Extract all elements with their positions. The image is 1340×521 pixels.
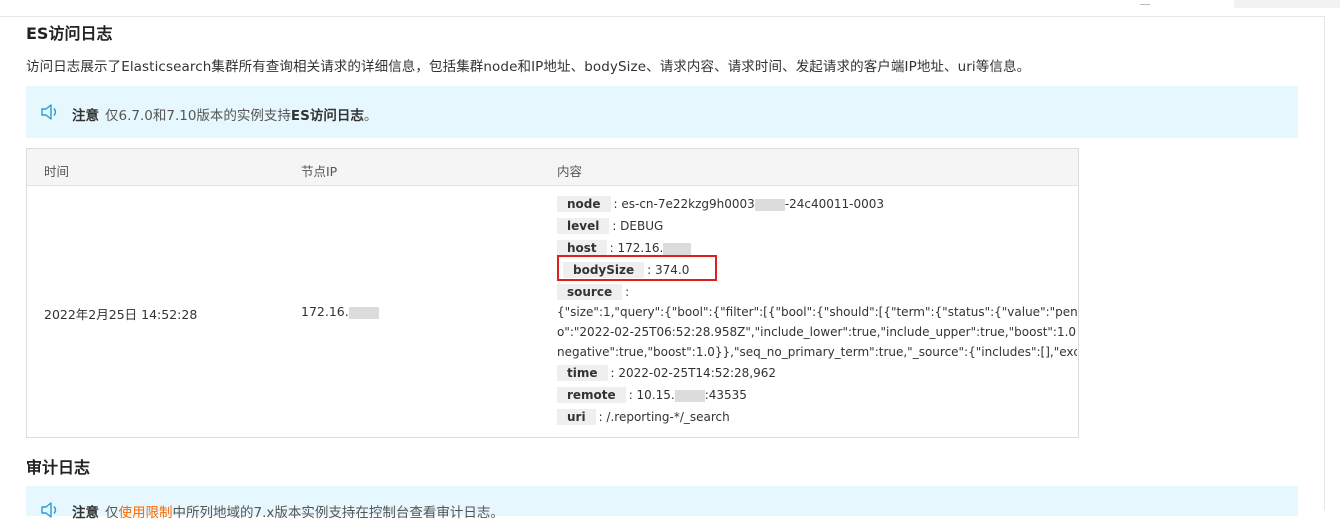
redacted-block <box>348 306 379 319</box>
field-value: : 172.16. <box>609 241 664 255</box>
table-cell-time: 2022年2月25日 14:52:28 <box>44 307 198 322</box>
field-value: : DEBUG <box>612 219 664 233</box>
speaker-icon <box>41 104 57 120</box>
field-key: uri <box>557 409 596 425</box>
speaker-icon <box>41 502 57 518</box>
redacted-block <box>663 242 692 255</box>
field-value: : 10.15. <box>628 388 675 402</box>
source-json-line: negative":true,"boost":1.0}},"seq_no_pri… <box>557 345 1077 359</box>
section-description: 访问日志展示了Elasticsearch集群所有查询相关请求的详细信息，包括集群… <box>26 59 1031 75</box>
note-banner-audit: 注意 仅使用限制中所列地域的7.x版本实例支持在控制台查看审计日志。 <box>26 486 1298 521</box>
field-key: time <box>557 365 608 381</box>
field-value: : <box>625 285 630 299</box>
content-fields: node: es-cn-7e22kzg9h0003 -24c40011-0003 … <box>557 185 1077 435</box>
note-text-prefix: 仅 <box>105 505 119 521</box>
field-value-suffix: :43535 <box>704 388 747 402</box>
table-header: 时间 节点IP 内容 <box>27 149 1078 186</box>
column-header-node-ip: 节点IP <box>301 164 338 179</box>
field-level: level: DEBUG <box>557 218 663 236</box>
highlight-box <box>557 255 717 281</box>
note-text: 注意 仅6.7.0和7.10版本的实例支持ES访问日志。 <box>72 104 377 124</box>
section-title-es-access-log: ES访问日志 <box>26 24 113 43</box>
note-label: 注意 <box>72 108 99 124</box>
column-header-time: 时间 <box>44 164 70 179</box>
table-cell-node-ip: 172.16. <box>301 304 379 319</box>
top-right-panel <box>1234 0 1340 8</box>
field-value: : 2022-02-25T14:52:28,962 <box>610 366 777 380</box>
section-title-audit-log: 审计日志 <box>26 458 91 477</box>
top-divider <box>0 16 1324 17</box>
note-text-suffix: 中所列地域的7.x版本实例支持在控制台查看审计日志。 <box>172 505 504 521</box>
access-log-table: 时间 节点IP 内容 2022年2月25日 14:52:28 172.16. n… <box>26 148 1079 438</box>
field-key: remote <box>557 387 626 403</box>
field-key: source <box>557 284 623 300</box>
node-ip-value: 172.16. <box>301 304 349 319</box>
field-node: node: es-cn-7e22kzg9h0003 -24c40011-0003 <box>557 196 884 214</box>
field-value-suffix: -24c40011-0003 <box>784 197 885 211</box>
field-source: source: <box>557 284 629 302</box>
note-text: 注意 仅使用限制中所列地域的7.x版本实例支持在控制台查看审计日志。 <box>72 501 504 521</box>
redacted-block <box>754 198 785 211</box>
field-uri: uri: /.reporting-*/_search <box>557 409 730 427</box>
source-json-line: {"size":1,"query":{"bool":{"filter":[{"b… <box>557 305 1077 319</box>
top-bar-mark <box>1140 0 1150 5</box>
redacted-block <box>674 389 705 402</box>
field-key: node <box>557 196 611 212</box>
note-text-suffix: 。 <box>363 108 378 124</box>
note-text-prefix: 仅6.7.0和7.10版本的实例支持 <box>105 108 291 124</box>
note-text-strong: ES访问日志 <box>290 108 364 124</box>
usage-limits-link[interactable]: 使用限制 <box>119 505 173 521</box>
column-header-content: 内容 <box>557 164 583 179</box>
field-time: time: 2022-02-25T14:52:28,962 <box>557 365 776 383</box>
field-value: : /.reporting-*/_search <box>598 410 730 424</box>
field-remote: remote: 10.15. :43535 <box>557 387 747 405</box>
note-label: 注意 <box>72 505 99 521</box>
field-key: host <box>557 240 607 256</box>
source-json-line: o":"2022-02-25T06:52:28.958Z","include_l… <box>557 325 1077 339</box>
field-value: : es-cn-7e22kzg9h0003 <box>613 197 755 211</box>
field-key: level <box>557 218 610 234</box>
note-banner: 注意 仅6.7.0和7.10版本的实例支持ES访问日志。 <box>26 86 1298 138</box>
content-right-edge <box>1324 16 1325 510</box>
